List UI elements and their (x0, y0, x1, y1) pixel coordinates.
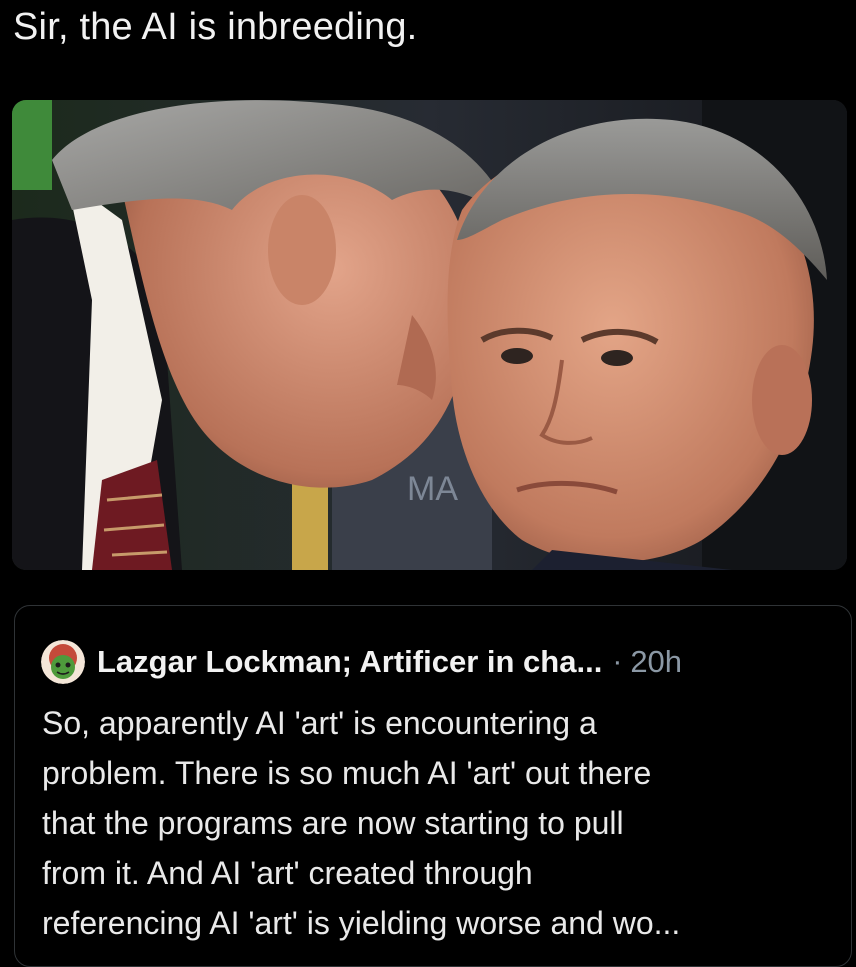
tweet-author-name[interactable]: Lazgar Lockman; Artificer in cha... (97, 644, 602, 680)
photo-illustration: RE MA (12, 100, 847, 570)
meme-photo[interactable]: RE MA (12, 100, 847, 570)
tweet-text-line: referencing AI 'art' is yielding worse a… (42, 905, 681, 941)
tweet-timestamp[interactable]: 20h (630, 644, 682, 680)
header-separator: · (612, 645, 623, 678)
avatar[interactable] (41, 640, 85, 684)
green-character-avatar-icon (41, 640, 85, 684)
tweet-text-line: from it. And AI 'art' created through (42, 855, 533, 891)
svg-text:MA: MA (407, 470, 458, 508)
tweet-header: Lazgar Lockman; Artificer in cha... · 20… (41, 640, 682, 684)
post-caption: Sir, the AI is inbreeding. (13, 6, 418, 48)
tweet-text-line: that the programs are now starting to pu… (42, 805, 624, 841)
tweet-text-line: So, apparently AI 'art' is encountering … (42, 705, 597, 741)
tweet-text-line: problem. There is so much AI 'art' out t… (42, 755, 652, 791)
quoted-tweet-card[interactable]: Lazgar Lockman; Artificer in cha... · 20… (14, 605, 852, 967)
tweet-text: So, apparently AI 'art' is encountering … (42, 698, 832, 948)
